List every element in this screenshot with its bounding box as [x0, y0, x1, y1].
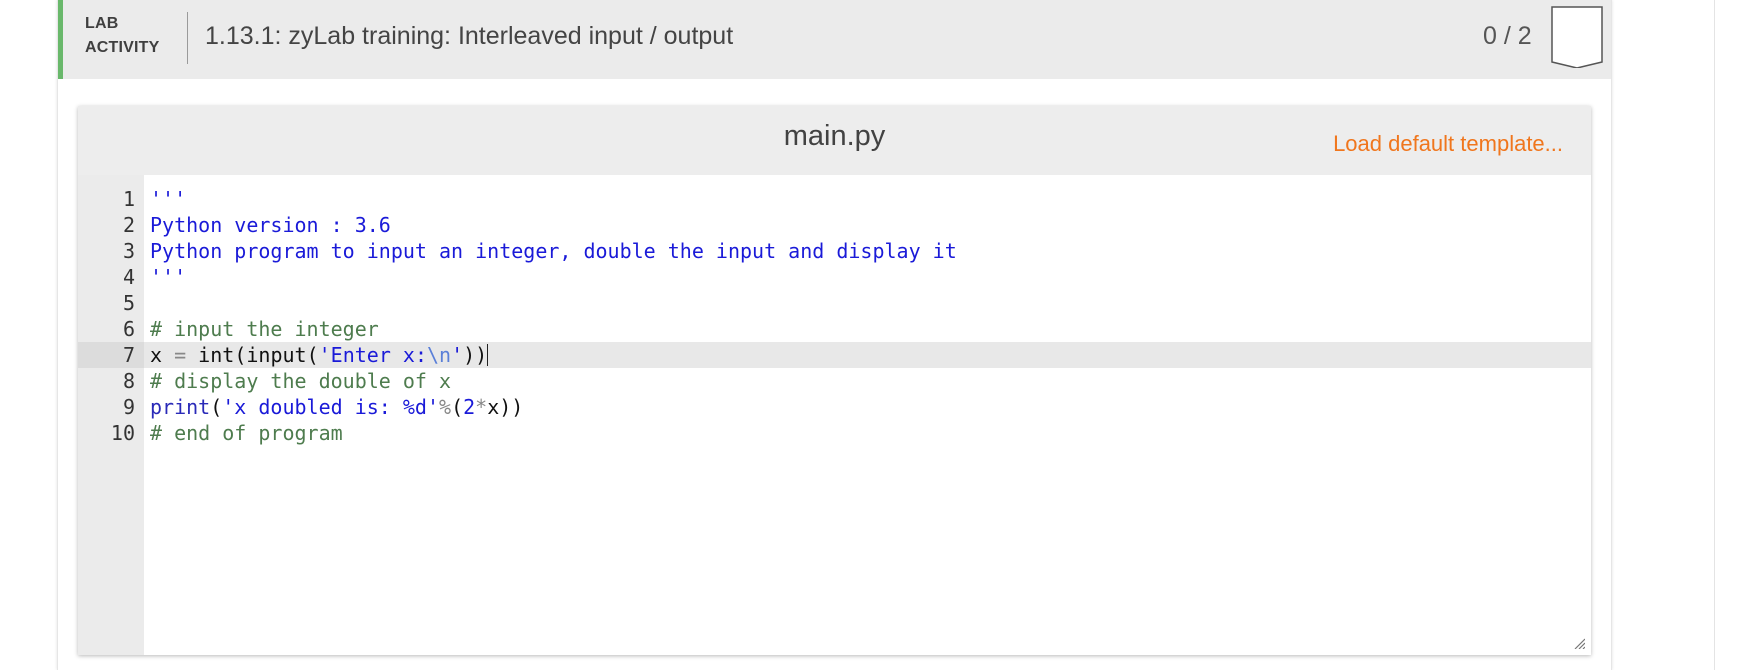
line-number: 3 — [122, 239, 135, 263]
code-token: Python version : 3.6 — [150, 213, 391, 237]
code-token: Python program to input an integer, doub… — [150, 239, 957, 263]
code-token: ( — [234, 343, 247, 367]
code-line-text: # display the double of x — [150, 368, 451, 394]
line-number: 1 — [122, 187, 135, 211]
line-number: 9 — [122, 395, 135, 419]
code-line-text: # end of program — [150, 420, 343, 446]
code-token: x)) — [487, 395, 524, 419]
code-line-text: print('x doubled is: %d'%(2*x)) — [150, 394, 523, 420]
line-number: 6 — [122, 317, 135, 341]
activity-type-label: LAB ACTIVITY — [85, 12, 160, 60]
code-token: ( — [306, 343, 319, 367]
code-token: int — [186, 343, 235, 367]
code-token: % — [439, 395, 452, 419]
code-token: ''' — [150, 187, 187, 211]
line-number: 8 — [122, 369, 135, 393]
code-line[interactable]: 8 # display the double of x — [78, 368, 1591, 394]
code-token: 'x doubled is: %d' — [222, 395, 440, 419]
code-token: \n — [427, 343, 452, 367]
code-line[interactable]: 2 Python version : 3.6 — [78, 212, 1591, 238]
code-line[interactable]: 9 print('x doubled is: %d'%(2*x)) — [78, 394, 1591, 420]
activity-type-line1: LAB — [85, 15, 119, 32]
editor-header: main.py Load default template... — [78, 106, 1591, 175]
code-line-text: # input the integer — [150, 316, 379, 342]
code-line-text: Python program to input an integer, doub… — [150, 238, 957, 264]
code-token: # end of program — [150, 421, 343, 445]
code-token: ( — [451, 395, 464, 419]
code-line[interactable]: 6 # input the integer — [78, 316, 1591, 342]
code-token: * — [475, 395, 488, 419]
code-token: print — [150, 395, 211, 419]
resize-handle-icon[interactable] — [1573, 637, 1585, 649]
code-token: # input the integer — [150, 317, 379, 341]
activity-title: 1.13.1: zyLab training: Interleaved inpu… — [205, 22, 734, 50]
line-number: 4 — [122, 265, 135, 289]
activity-header: LAB ACTIVITY 1.13.1: zyLab training: Int… — [58, 0, 1611, 79]
code-line-text: ''' — [150, 186, 186, 212]
code-token: = — [174, 343, 187, 367]
code-line[interactable]: 5 — [78, 290, 1591, 316]
code-line[interactable]: 10 # end of program — [78, 420, 1591, 446]
code-token: 2 — [463, 395, 476, 419]
lab-activity-panel: LAB ACTIVITY 1.13.1: zyLab training: Int… — [57, 0, 1612, 670]
code-line-text: ''' — [150, 264, 186, 290]
code-line[interactable]: 4 ''' — [78, 264, 1591, 290]
code-token: input — [246, 343, 307, 367]
load-default-template-link[interactable]: Load default template... — [1333, 131, 1563, 157]
line-number: 10 — [110, 421, 135, 445]
line-number: 7 — [78, 342, 144, 368]
code-line[interactable]: 1 ''' — [78, 186, 1591, 212]
code-token: ''' — [150, 265, 187, 289]
page-edge-rule — [1714, 0, 1715, 670]
line-number: 2 — [122, 213, 135, 237]
activity-type-line2: ACTIVITY — [85, 39, 160, 56]
code-line[interactable]: 3 Python program to input an integer, dou… — [78, 238, 1591, 264]
line-number: 5 — [122, 291, 135, 315]
code-token: # display the double of x — [150, 369, 452, 393]
code-token: 'Enter x: — [318, 343, 427, 367]
bookmark-badge-icon — [1551, 6, 1603, 68]
code-token: ' — [451, 343, 464, 367]
code-line-text: Python version : 3.6 — [150, 212, 391, 238]
code-token: x — [150, 343, 175, 367]
code-editor: main.py Load default template... 1 ''' 2 Py… — [78, 106, 1591, 655]
code-token: )) — [463, 343, 488, 367]
header-divider — [187, 12, 188, 64]
code-line-text: x = int(input('Enter x:\n')) — [150, 342, 489, 368]
activity-score: 0 / 2 — [1483, 22, 1532, 50]
code-text-area[interactable]: 1 ''' 2 Python version : 3.6 3 Python program… — [78, 175, 1591, 655]
code-line[interactable]: 7x = int(input('Enter x:\n')) — [78, 342, 1591, 368]
text-cursor — [487, 344, 489, 366]
code-token: ( — [210, 395, 223, 419]
